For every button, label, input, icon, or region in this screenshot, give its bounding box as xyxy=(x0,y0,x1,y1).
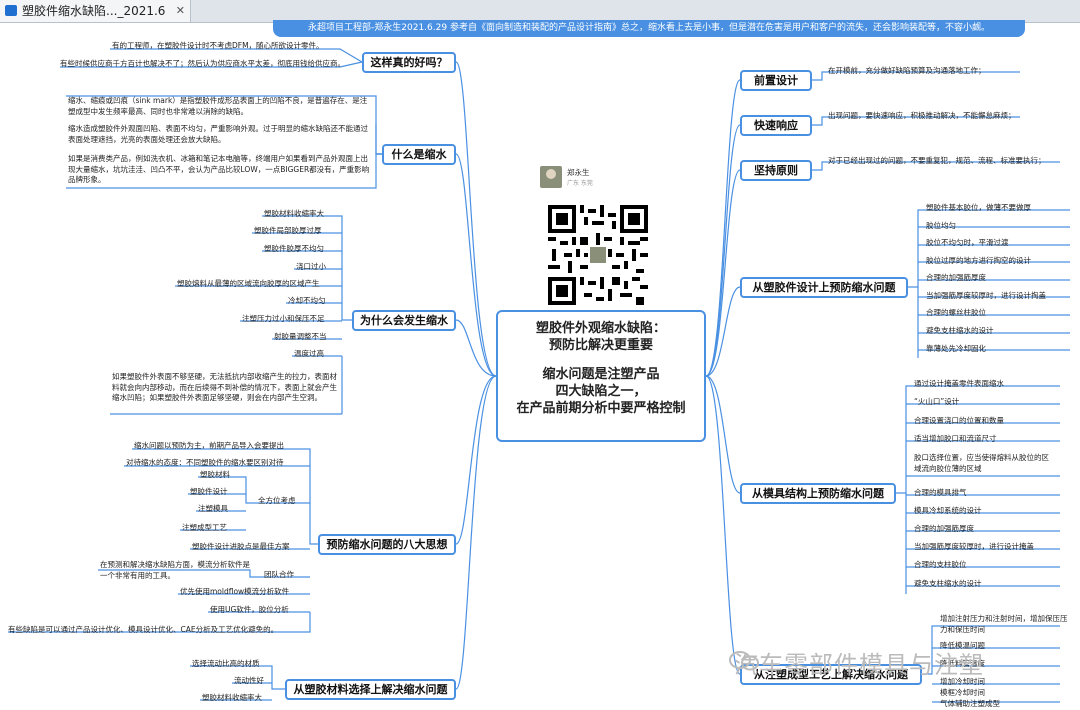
leaf-text: 有些时候供应商千方百计也解决不了；然后认为供应商水平太差，彻底用钱给供应商。 xyxy=(60,59,345,69)
paragraph-text: 如果是消费类产品，例如洗衣机、冰箱和笔记本电脑等，终端用户如果看到产品外观面上出… xyxy=(68,154,372,186)
branch-what-is-shrinkage[interactable]: 什么是缩水 xyxy=(382,144,456,165)
leaf-text: 塑胶件基本胶位，做薄不要做厚 xyxy=(926,203,1031,213)
paragraph-text: 缩水造成塑胶件外观面凹陷、表面不均匀，严重影响外观。过于明显的缩水缺陷还不能通过… xyxy=(68,124,368,145)
leaf-text: 合理设置浇口的位置和数量 xyxy=(914,416,1004,426)
leaf-text: 合理的螺丝柱胶位 xyxy=(926,308,986,318)
branch-why-shrinkage[interactable]: 为什么会发生缩水 xyxy=(352,310,456,331)
leaf-text: 对于已经出现过的问题，不要重复犯，规范、流程、标准要执行； xyxy=(828,156,1046,166)
leaf-text: 气体辅助注塑成型 xyxy=(940,699,1000,709)
leaf-text: 胶位不均匀时，平滑过渡 xyxy=(926,238,1009,248)
leaf-text: 通过设计掩盖零件表面缩水 xyxy=(914,379,1004,389)
leaf-text: 塑胶材料收缩率大 xyxy=(264,209,324,219)
leaf-text: 塑胶材料 xyxy=(200,470,230,480)
leaf-text: 射胶量调整不当 xyxy=(274,332,327,342)
paragraph-text: 缩水、缩痕或凹痕（sink mark）是指塑胶件成形品表面上的凹陷不良，是普遍存… xyxy=(68,96,368,117)
leaf-text: 避免支柱缩水的设计 xyxy=(926,326,994,336)
leaf-text: 合理的支柱胶位 xyxy=(914,560,967,570)
paragraph-text: 如果塑胶件外表面不够坚硬，无法抵抗内部收缩产生的拉力，表面材料就会向内部移动，而… xyxy=(112,372,342,404)
leaf-text: 避免支柱缩水的设计 xyxy=(914,579,982,589)
leaf-text: 胶位均匀 xyxy=(926,221,956,231)
leaf-text: 合理的模具排气 xyxy=(914,488,967,498)
branch-principles[interactable]: 坚持原则 xyxy=(740,160,812,181)
central-title-5: 在产品前期分析中要严格控制 xyxy=(498,400,704,417)
leaf-text: 流动性好 xyxy=(234,676,264,686)
avatar xyxy=(540,166,562,188)
leaf-text: 注塑模具 xyxy=(198,504,228,514)
leaf-text: 在开模前，充分做好缺陷预算及沟通落地工作； xyxy=(828,66,986,76)
leaf-text: 合理的加强筋厚度 xyxy=(914,524,974,534)
leaf-text: 出现问题，要快速响应，积极推动解决，不能懈怠麻烦； xyxy=(828,111,1016,121)
leaf-text: 注塑成型工艺 xyxy=(182,523,227,533)
leaf-text: 团队合作 xyxy=(264,570,294,580)
branch-material-selection[interactable]: 从塑胶材料选择上解决缩水问题 xyxy=(285,679,456,700)
branch-is-it-good[interactable]: 这样真的好吗？ xyxy=(362,52,456,73)
leaf-text: 当加强筋厚度较厚时，进行设计掩盖 xyxy=(914,542,1034,552)
leaf-text: 冷却不均匀 xyxy=(288,296,326,306)
leaf-text: 温度过高 xyxy=(294,349,324,359)
leaf-text: 塑胶熔料从最薄的区域流向胶厚的区域产生 xyxy=(177,279,320,289)
leaf-text: 塑胶材料收缩率大 xyxy=(202,693,262,703)
paragraph-text: 在预测和解决缩水缺陷方面，模流分析软件是一个非常有用的工具。 xyxy=(100,560,250,581)
leaf-text: 选择流动比高的材质 xyxy=(192,659,260,669)
central-title-4: 四大缺陷之一， xyxy=(498,383,704,400)
branch-mold-structure[interactable]: 从模具结构上预防缩水问题 xyxy=(740,483,896,504)
central-title-1: 塑胶件外观缩水缺陷： xyxy=(498,320,704,337)
leaf-text: 模具冷却系统的设计 xyxy=(914,506,982,516)
leaf-text: 塑胶件胶厚不均匀 xyxy=(264,244,324,254)
leaf-text: 缩水问题以预防为主，前期产品导入会要提出 xyxy=(134,441,284,451)
leaf-text: 有的工程师，在塑胶件设计时不考虑DFM，随心所欲设计零件。 xyxy=(112,41,324,51)
branch-part-design[interactable]: 从塑胶件设计上预防缩水问题 xyxy=(740,277,908,298)
central-topic[interactable]: 塑胶件外观缩水缺陷： 预防比解决更重要 缩水问题是注塑产品 四大缺陷之一， 在产… xyxy=(496,310,706,442)
central-title-2: 预防比解决更重要 xyxy=(498,337,704,354)
central-title-3: 缩水问题是注塑产品 xyxy=(498,366,704,383)
branch-eight-ideas[interactable]: 预防缩水问题的八大思想 xyxy=(318,534,456,555)
leaf-text: 塑胶件局部胶厚过厚 xyxy=(254,226,322,236)
leaf-text: 靠薄处先冷却固化 xyxy=(926,344,986,354)
leaf-text: 当加强筋厚度较厚时，进行设计掏盖 xyxy=(926,291,1046,301)
leaf-text: 有些缺陷是可以通过产品设计优化、模具设计优化、CAE分析及工艺优化避免的。 xyxy=(8,625,278,635)
leaf-text: 全方位考虑 xyxy=(258,496,296,506)
leaf-text: 模框冷却时间 xyxy=(940,688,985,698)
branch-quick-response[interactable]: 快速响应 xyxy=(740,115,812,136)
leaf-text: 合理的加强筋厚度 xyxy=(926,273,986,283)
watermark-text: 汽车零部件模具与注塑 xyxy=(734,645,984,680)
paragraph-text: 胶口选择位置，应当使得熔料从胶位的区域流向胶位薄的区域 xyxy=(914,453,1054,474)
leaf-text: 塑胶件设计进胶点是最佳方案 xyxy=(192,542,290,552)
leaf-text: 注塑压力过小和保压不足 xyxy=(242,314,325,324)
profile-location: 广东 东莞 xyxy=(567,178,593,187)
leaf-text: 对待缩水的态度：不同塑胶件的缩水要区别对待 xyxy=(126,458,284,468)
leaf-text: 塑胶件设计 xyxy=(190,487,228,497)
leaf-text: 优先使用moldflow模流分析软件 xyxy=(180,587,289,597)
qr-code-image xyxy=(546,205,650,305)
leaf-text: 适当增加胶口和流道尺寸 xyxy=(914,434,997,444)
branch-pre-design[interactable]: 前置设计 xyxy=(740,70,812,91)
profile-name: 郑永生 xyxy=(567,167,590,178)
leaf-text: 使用UG软件，胶位分析 xyxy=(210,605,289,615)
leaf-text: 胶位过厚的地方进行掏空的设计 xyxy=(926,256,1031,266)
leaf-text: 浇口过小 xyxy=(296,262,326,272)
paragraph-text: 增加注射压力和注射时间，增加保压压力和保压时间 xyxy=(940,614,1070,635)
leaf-text: “火山口”设计 xyxy=(914,397,959,407)
